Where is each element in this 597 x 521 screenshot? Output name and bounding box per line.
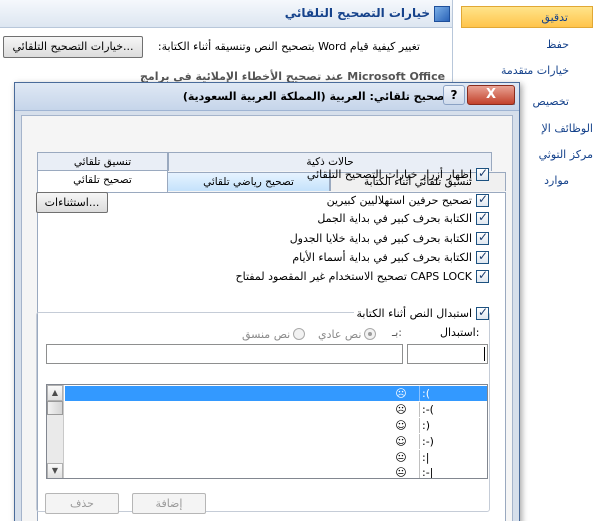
show-buttons-label: إظهار أزرار خيارات التصحيح التلقائي <box>306 167 472 181</box>
option-two-initial-caps[interactable]: تصحيح حرفين استهلاليين كبيرين <box>327 192 489 208</box>
with-label: بـ: <box>392 326 403 339</box>
list-row[interactable]: ☹ :-( <box>65 402 487 417</box>
dialog-title-bar[interactable]: تصحيح تلقائي: العربية (المملكة العربية ا… <box>15 83 519 111</box>
sidebar-item-trust-center[interactable]: مركز التوثي <box>539 148 593 161</box>
option-label: الكتابة بحرف كبير في بداية خلايا الجدول <box>289 231 472 245</box>
sidebar-item-resources[interactable]: موارد <box>544 174 569 187</box>
sidebar-item-advanced[interactable]: خيارات متقدمة <box>501 64 569 77</box>
replace-field[interactable] <box>407 344 488 364</box>
option-caps-lock[interactable]: تصحيح الاستخدام غير المقصود لمفتاح CAPS … <box>236 268 489 284</box>
replace-cell: :( <box>422 387 430 400</box>
with-field[interactable] <box>46 344 403 364</box>
section-title: خيارات التصحيح التلقائي <box>284 6 430 20</box>
with-cell: 😐 <box>395 466 407 479</box>
sidebar-item-customize[interactable]: تخصيص <box>533 95 570 108</box>
option-capitalize-sentences[interactable]: الكتابة بحرف كبير في بداية الجمل <box>317 210 489 226</box>
option-label: الكتابة بحرف كبير في بداية أسماء الأيام <box>292 250 472 264</box>
with-cell: ☹ <box>395 403 407 416</box>
option-capitalize-day-names[interactable]: الكتابة بحرف كبير في بداية أسماء الأيام <box>292 249 489 265</box>
option-checkbox[interactable] <box>476 249 489 264</box>
formatted-text-option[interactable]: نص منسق <box>242 327 306 341</box>
option-checkbox[interactable] <box>476 230 489 245</box>
list-row[interactable]: ☹ :( <box>65 386 487 401</box>
exceptions-button[interactable]: استثناءات... <box>36 192 108 213</box>
option-label: تصحيح حرفين استهلاليين كبيرين <box>326 193 472 207</box>
sidebar-item-addins[interactable]: الوظائف الإ <box>542 122 593 135</box>
with-cell: 😐 <box>395 451 407 464</box>
replace-label: استبدال: <box>440 326 480 339</box>
autocorrect-entries-list[interactable]: ▲ ▼ ☹ :( ☹ :-( ☺ :) ☺ :-) 😐 :| 😐 :-| <box>46 384 488 479</box>
list-row[interactable]: 😐 :| <box>65 450 487 465</box>
replace-cell: :-) <box>422 435 434 448</box>
with-cell: ☹ <box>395 387 407 400</box>
plain-text-label: نص عادي <box>318 327 362 341</box>
tab-autocorrect[interactable]: تصحيح تلقائي <box>37 170 168 192</box>
option-capitalize-table-cells[interactable]: الكتابة بحرف كبير في بداية خلايا الجدول <box>290 230 489 246</box>
sidebar-item-proofing[interactable]: تدقيق <box>461 6 593 28</box>
option-checkbox[interactable] <box>476 268 489 283</box>
replace-cell: :-( <box>422 403 434 416</box>
formatted-text-label: نص منسق <box>242 327 291 341</box>
sidebar-item-save[interactable]: حفظ <box>546 38 569 51</box>
dialog-title: تصحيح تلقائي: العربية (المملكة العربية ا… <box>182 90 449 103</box>
replace-cell: :) <box>422 419 430 432</box>
help-button[interactable]: ? <box>443 85 465 105</box>
formatted-text-radio[interactable] <box>293 328 306 340</box>
show-buttons-row[interactable]: إظهار أزرار خيارات التصحيح التلقائي <box>307 166 489 182</box>
tab-math-autocorrect[interactable]: تصحيح رياضي تلقائي <box>167 172 330 191</box>
delete-button[interactable]: حذف <box>45 493 119 514</box>
replace-text-label: استبدال النص أثناء الكتابة <box>356 306 473 320</box>
with-cell: ☺ <box>395 419 407 432</box>
close-button[interactable]: X <box>467 85 515 105</box>
list-row[interactable]: 😐 :-| <box>65 465 487 479</box>
with-cell: ☺ <box>395 435 407 448</box>
autocorrect-section-icon <box>434 6 450 22</box>
option-label: تصحيح الاستخدام غير المقصود لمفتاح CAPS … <box>235 269 472 283</box>
option-checkbox[interactable] <box>476 210 489 225</box>
replace-text-checkbox[interactable] <box>476 305 489 320</box>
plain-text-radio[interactable] <box>364 328 377 340</box>
autocorrect-options-button[interactable]: خيارات التصحيح التلقائي... <box>3 36 143 58</box>
tab-autoformat[interactable]: تنسيق تلقائي <box>37 152 168 171</box>
plain-text-option[interactable]: نص عادي <box>318 327 377 341</box>
scroll-down-arrow-icon[interactable]: ▼ <box>47 463 63 478</box>
option-label: الكتابة بحرف كبير في بداية الجمل <box>317 211 472 225</box>
replace-cell: :-| <box>422 466 434 479</box>
autocorrect-section-header: خيارات التصحيح التلقائي <box>0 0 452 28</box>
show-buttons-checkbox[interactable] <box>476 166 489 181</box>
replace-text-row[interactable]: استبدال النص أثناء الكتابة <box>353 305 489 321</box>
list-row[interactable]: ☺ :) <box>65 418 487 433</box>
option-checkbox[interactable] <box>476 192 489 207</box>
replace-cell: :| <box>422 451 430 464</box>
autocorrect-description: تغيير كيفية قيام Word بتصحيح النص وتنسيق… <box>157 40 420 53</box>
add-button[interactable]: إضافة <box>132 493 206 514</box>
scroll-up-arrow-icon[interactable]: ▲ <box>47 385 63 401</box>
scroll-thumb[interactable] <box>47 401 63 415</box>
list-scrollbar[interactable]: ▲ ▼ <box>47 385 64 478</box>
list-row[interactable]: ☺ :-) <box>65 434 487 449</box>
text-cursor <box>484 347 485 361</box>
